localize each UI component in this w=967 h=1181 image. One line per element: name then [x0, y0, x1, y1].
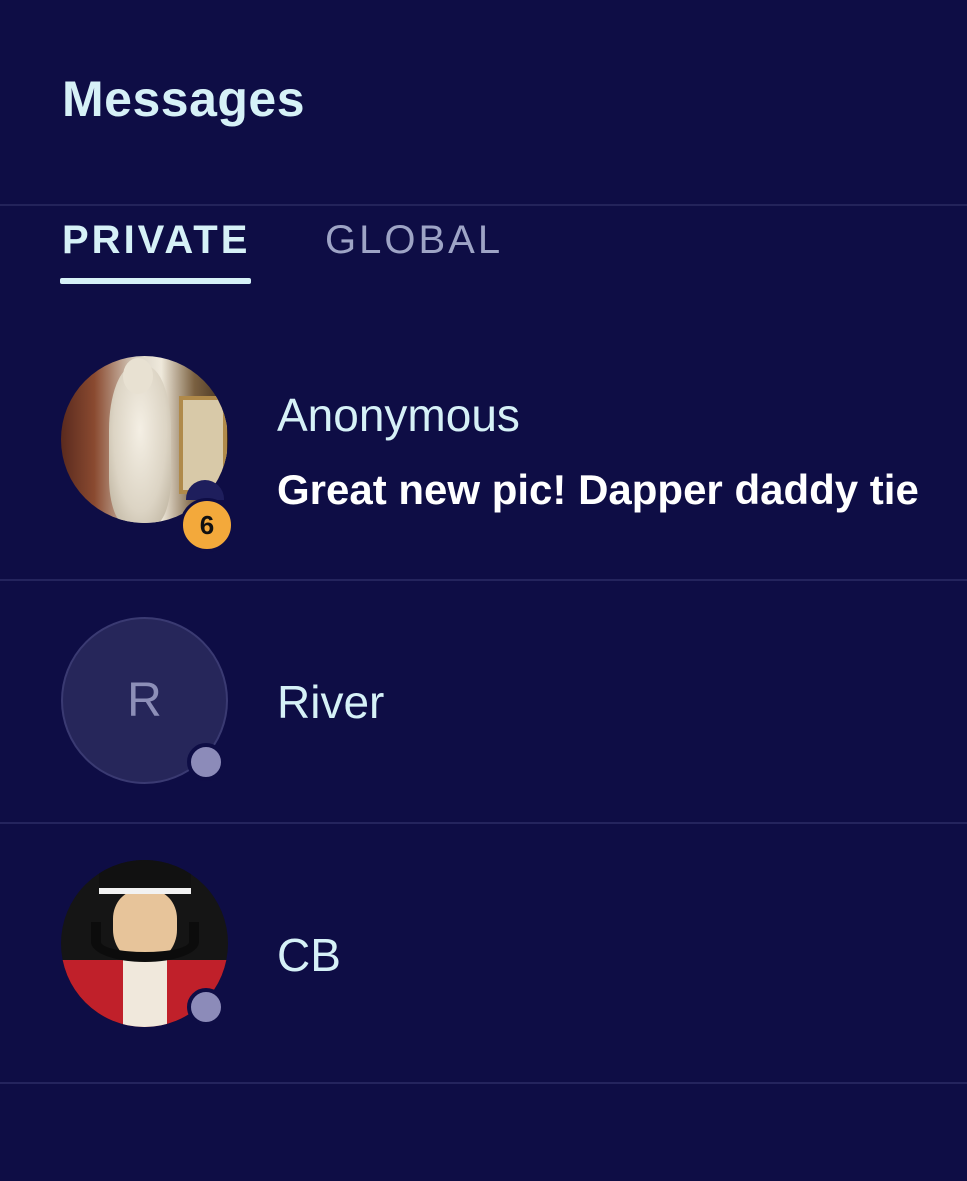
tab-global[interactable]: GLOBAL: [325, 218, 503, 263]
tab-private[interactable]: PRIVATE: [62, 218, 250, 263]
avatar-hat: [99, 860, 191, 894]
unread-count-badge: 6: [180, 498, 234, 552]
avatar-initial: R: [127, 674, 162, 727]
contact-name: CB: [277, 929, 341, 981]
status-dot: [187, 743, 225, 781]
message-preview: Great new pic! Dapper daddy tie: [277, 466, 919, 513]
contact-name: River: [277, 676, 385, 728]
conversation-item-anonymous[interactable]: 6 Anonymous Great new pic! Dapper daddy …: [0, 290, 967, 581]
avatar-shirt: [123, 960, 167, 1027]
tab-bar: PRIVATE GLOBAL: [0, 206, 967, 286]
status-dot: [187, 988, 225, 1026]
conversation-item-cb[interactable]: CB: [0, 824, 967, 1084]
conversation-item-river[interactable]: R River: [0, 581, 967, 824]
active-tab-indicator: [60, 278, 251, 284]
contact-name: Anonymous: [277, 389, 520, 441]
avatar-statue-head: [123, 358, 153, 394]
header: Messages: [0, 0, 967, 206]
avatar-mustache: [91, 922, 199, 962]
page-title: Messages: [62, 71, 306, 127]
